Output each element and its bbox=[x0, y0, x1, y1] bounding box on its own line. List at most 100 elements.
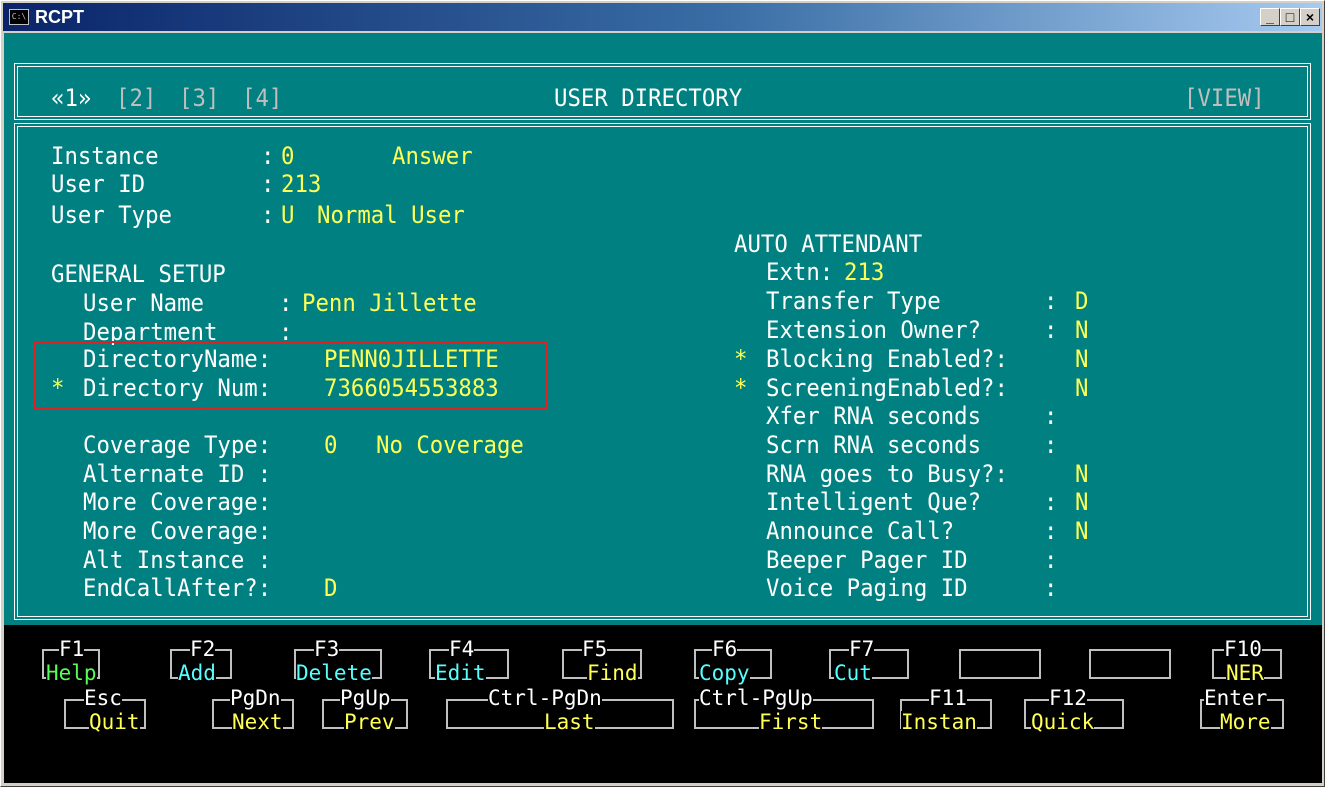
blocking-enabled-label: Blocking Enabled?: bbox=[766, 345, 1008, 373]
fkey-f2-key: F2 bbox=[190, 637, 216, 661]
intelligent-que-label: Intelligent Que? bbox=[766, 488, 982, 516]
fkey-f10-key: F10 bbox=[1224, 637, 1262, 661]
instance-label: Instance bbox=[51, 142, 159, 170]
maximize-button[interactable]: □ bbox=[1280, 8, 1300, 26]
more-coverage-1-label: More Coverage: bbox=[83, 488, 272, 516]
usertype-label: User Type bbox=[51, 201, 172, 229]
beeper-pager-sep: : bbox=[1044, 546, 1058, 574]
page-tab-4[interactable]: [4] bbox=[242, 86, 282, 110]
fkey-f4-key: F4 bbox=[449, 637, 475, 661]
fkey-f12-key: F12 bbox=[1049, 686, 1087, 710]
extension-owner-value[interactable]: N bbox=[1075, 318, 1088, 342]
usertype-desc: Normal User bbox=[317, 201, 465, 229]
extn-label: Extn: bbox=[766, 258, 834, 286]
screening-marker: * bbox=[734, 374, 748, 402]
directory-name-label: DirectoryName: bbox=[83, 345, 272, 373]
fkey-f6-action: Copy bbox=[699, 661, 750, 685]
user-name-sep: : bbox=[279, 289, 293, 317]
screening-enabled-label: ScreeningEnabled?: bbox=[766, 374, 1008, 402]
fkey-pgdn-action: Next bbox=[232, 710, 283, 734]
fkey-blank-2 bbox=[1089, 649, 1171, 679]
usertype-value[interactable]: U bbox=[281, 203, 294, 227]
voice-paging-label: Voice Paging ID bbox=[766, 574, 968, 602]
fkey-f10-action: NER bbox=[1226, 661, 1264, 685]
blocking-enabled-value[interactable]: N bbox=[1075, 347, 1088, 371]
alternate-id-label: Alternate ID : bbox=[83, 460, 272, 488]
xfer-rna-label: Xfer RNA seconds bbox=[766, 402, 982, 430]
directory-name-value[interactable]: PENN0JILLETTE bbox=[324, 347, 499, 371]
transfer-type-label: Transfer Type bbox=[766, 287, 941, 315]
mode-indicator: [VIEW] bbox=[1184, 84, 1265, 112]
alt-instance-label: Alt Instance : bbox=[83, 546, 272, 574]
rna-busy-value[interactable]: N bbox=[1075, 462, 1088, 486]
userid-value[interactable]: 213 bbox=[281, 172, 321, 196]
directory-num-value[interactable]: 7366054553883 bbox=[324, 376, 499, 400]
user-name-label: User Name bbox=[83, 289, 204, 317]
more-coverage-2-label: More Coverage: bbox=[83, 517, 272, 545]
transfer-type-value[interactable]: D bbox=[1075, 289, 1088, 313]
fkey-ctrl-pgup-key: Ctrl-PgUp bbox=[699, 686, 813, 710]
page-tab-1[interactable]: «1» bbox=[51, 86, 91, 110]
fkey-f1-key: F1 bbox=[59, 637, 85, 661]
window-title: RCPT bbox=[35, 7, 84, 27]
blocking-marker: * bbox=[734, 345, 748, 373]
extension-owner-label: Extension Owner? bbox=[766, 316, 982, 344]
announce-call-value[interactable]: N bbox=[1075, 519, 1088, 543]
end-call-after-label: EndCallAfter?: bbox=[83, 574, 272, 602]
instance-value[interactable]: 0 bbox=[281, 144, 294, 168]
announce-call-label: Announce Call? bbox=[766, 517, 955, 545]
fkey-f7-action: Cut bbox=[834, 661, 872, 685]
fkey-f12-action: Quick bbox=[1031, 710, 1095, 734]
extn-value[interactable]: 213 bbox=[844, 260, 884, 284]
extension-owner-sep: : bbox=[1044, 316, 1058, 344]
fkey-f11-key: F11 bbox=[929, 686, 967, 710]
beeper-pager-label: Beeper Pager ID bbox=[766, 546, 968, 574]
fkey-f5-key: F5 bbox=[582, 637, 608, 661]
fkey-f7-key: F7 bbox=[849, 637, 875, 661]
fkey-f5-action: Find bbox=[587, 661, 638, 685]
fkey-f1-action: Help bbox=[46, 661, 97, 685]
xfer-rna-sep: : bbox=[1044, 402, 1058, 430]
transfer-type-sep: : bbox=[1044, 287, 1058, 315]
fkey-f4-action: Edit bbox=[435, 661, 486, 685]
directory-num-label: Directory Num: bbox=[83, 374, 272, 402]
fkey-f3-key: F3 bbox=[314, 637, 340, 661]
fkey-pgdn-key: PgDn bbox=[230, 686, 281, 710]
userid-sep: : bbox=[261, 170, 275, 198]
page-tab-3[interactable]: [3] bbox=[179, 86, 219, 110]
title-bar[interactable]: C:\ RCPT _ □ × bbox=[3, 3, 1322, 31]
coverage-type-value[interactable]: 0 bbox=[324, 433, 337, 457]
coverage-type-label: Coverage Type: bbox=[83, 431, 272, 459]
fkey-f11-action: Instan bbox=[901, 710, 977, 734]
user-name-value[interactable]: Penn Jillette bbox=[302, 291, 477, 315]
fkey-esc-key: Esc bbox=[84, 686, 122, 710]
page-tab-2[interactable]: [2] bbox=[116, 86, 156, 110]
auto-attendant-heading: AUTO ATTENDANT bbox=[734, 230, 923, 258]
userid-label: User ID bbox=[51, 170, 146, 198]
instance-sep: : bbox=[261, 142, 275, 170]
fkey-blank-1 bbox=[959, 649, 1041, 679]
minimize-button[interactable]: _ bbox=[1260, 8, 1280, 26]
fkey-f6-key: F6 bbox=[712, 637, 738, 661]
voice-paging-sep: : bbox=[1044, 574, 1058, 602]
fkey-ctrl-pgup-action: First bbox=[759, 710, 823, 734]
fkey-ctrl-pgdn-action: Last bbox=[544, 710, 595, 734]
console-window: C:\ RCPT _ □ × «1» [2] [3] [4] USER DIRE… bbox=[0, 0, 1325, 787]
fkey-enter-key: Enter bbox=[1204, 686, 1268, 710]
fkey-f2-action: Add bbox=[178, 661, 216, 685]
console-screen: «1» [2] [3] [4] USER DIRECTORY [VIEW] In… bbox=[4, 33, 1322, 783]
announce-call-sep: : bbox=[1044, 517, 1058, 545]
intelligent-que-sep: : bbox=[1044, 488, 1058, 516]
intelligent-que-value[interactable]: N bbox=[1075, 490, 1088, 514]
general-setup-heading: GENERAL SETUP bbox=[51, 260, 226, 288]
fkey-pgup-key: PgUp bbox=[340, 686, 391, 710]
screening-enabled-value[interactable]: N bbox=[1075, 376, 1088, 400]
fkey-ctrl-pgdn-key: Ctrl-PgDn bbox=[488, 686, 602, 710]
fkey-enter-action: More bbox=[1220, 710, 1271, 734]
console-icon[interactable]: C:\ bbox=[9, 9, 29, 25]
scrn-rna-sep: : bbox=[1044, 431, 1058, 459]
scrn-rna-label: Scrn RNA seconds bbox=[766, 431, 982, 459]
close-button[interactable]: × bbox=[1300, 8, 1320, 26]
rna-busy-label: RNA goes to Busy?: bbox=[766, 460, 1008, 488]
end-call-after-value[interactable]: D bbox=[324, 576, 337, 600]
